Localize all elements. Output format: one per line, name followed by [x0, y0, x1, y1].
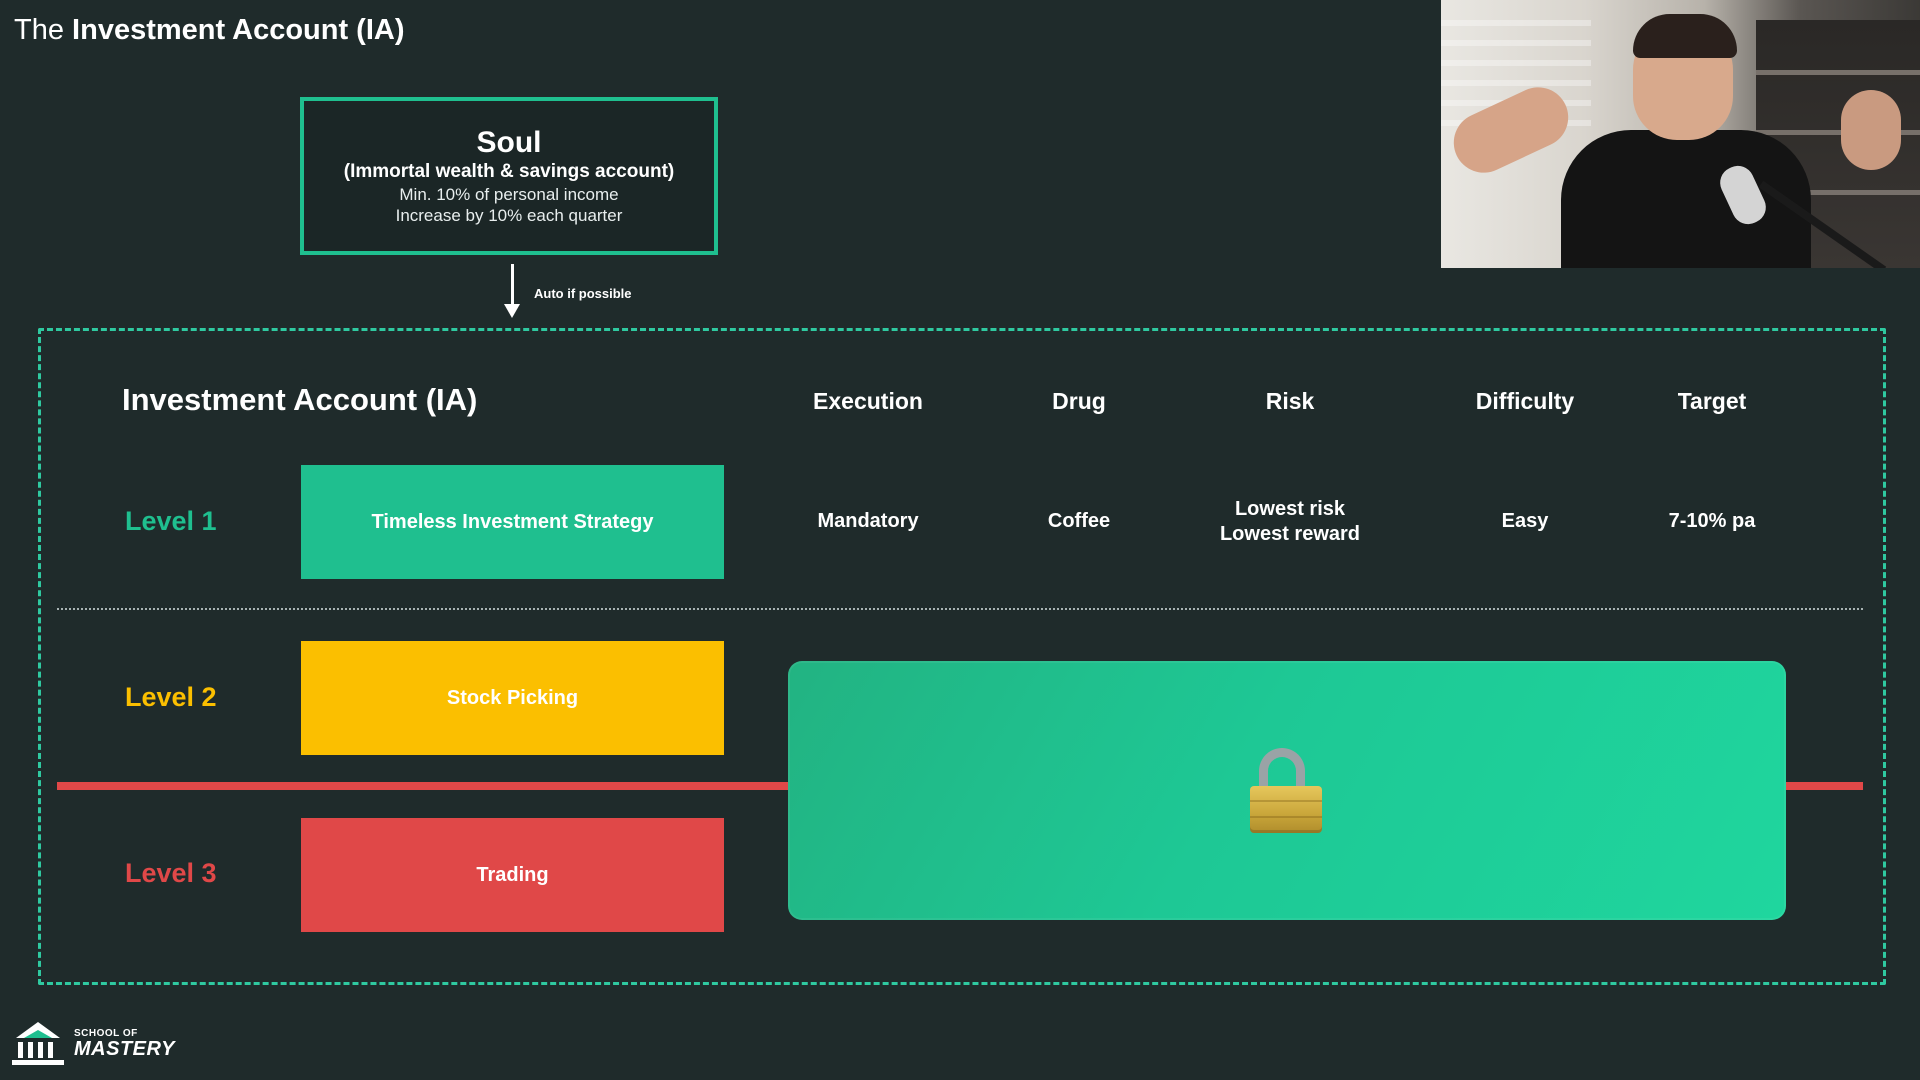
column-header-execution: Execution	[813, 388, 923, 414]
level-divider	[57, 608, 1863, 610]
level-3-strategy-box: Trading	[301, 818, 724, 932]
level-1-target: 7-10% pa	[1668, 510, 1756, 532]
level-2-label: Level 2	[125, 682, 217, 712]
level-1-risk-line1: Lowest risk	[1234, 498, 1346, 520]
page-title-prefix: The	[14, 14, 64, 46]
level-3-label: Level 3	[125, 858, 217, 888]
column-header-drug: Drug	[1052, 388, 1106, 414]
level-1-risk-line2: Lowest reward	[1219, 523, 1361, 545]
soul-increase: Increase by 10% each quarter	[395, 206, 623, 225]
level-1-execution: Mandatory	[817, 510, 919, 532]
level-1-drug: Coffee	[1047, 510, 1111, 532]
column-header-difficulty: Difficulty	[1475, 388, 1575, 414]
arrow-head-icon	[504, 304, 520, 318]
arrow-label: Auto if possible	[534, 286, 632, 301]
building-icon	[12, 1022, 64, 1066]
page-title: The Investment Account (IA)	[14, 14, 405, 47]
soul-title: Soul	[476, 126, 542, 159]
soul-subtitle: (Immortal wealth & savings account)	[343, 161, 675, 182]
column-header-risk: Risk	[1265, 388, 1315, 414]
level-2-strategy-box: Stock Picking	[301, 641, 724, 755]
webcam-feed	[1441, 0, 1920, 268]
level-1-risk: Lowest risk Lowest reward	[1180, 497, 1400, 547]
soul-min-income: Min. 10% of personal income	[399, 185, 619, 204]
page-title-bold: Investment Account (IA)	[72, 14, 405, 46]
soul-box: Soul (Immortal wealth & savings account)…	[300, 97, 718, 255]
ia-heading: Investment Account (IA)	[122, 382, 478, 417]
down-arrow-icon	[511, 264, 514, 306]
school-of-mastery-logo: SCHOOL OF MASTERY	[12, 1020, 175, 1068]
logo-line-2: MASTERY	[74, 1038, 175, 1060]
column-header-target: Target	[1677, 388, 1747, 414]
level-1-label: Level 1	[125, 506, 217, 536]
padlock-icon	[1247, 748, 1327, 838]
level-1-strategy-box: Timeless Investment Strategy	[301, 465, 724, 579]
